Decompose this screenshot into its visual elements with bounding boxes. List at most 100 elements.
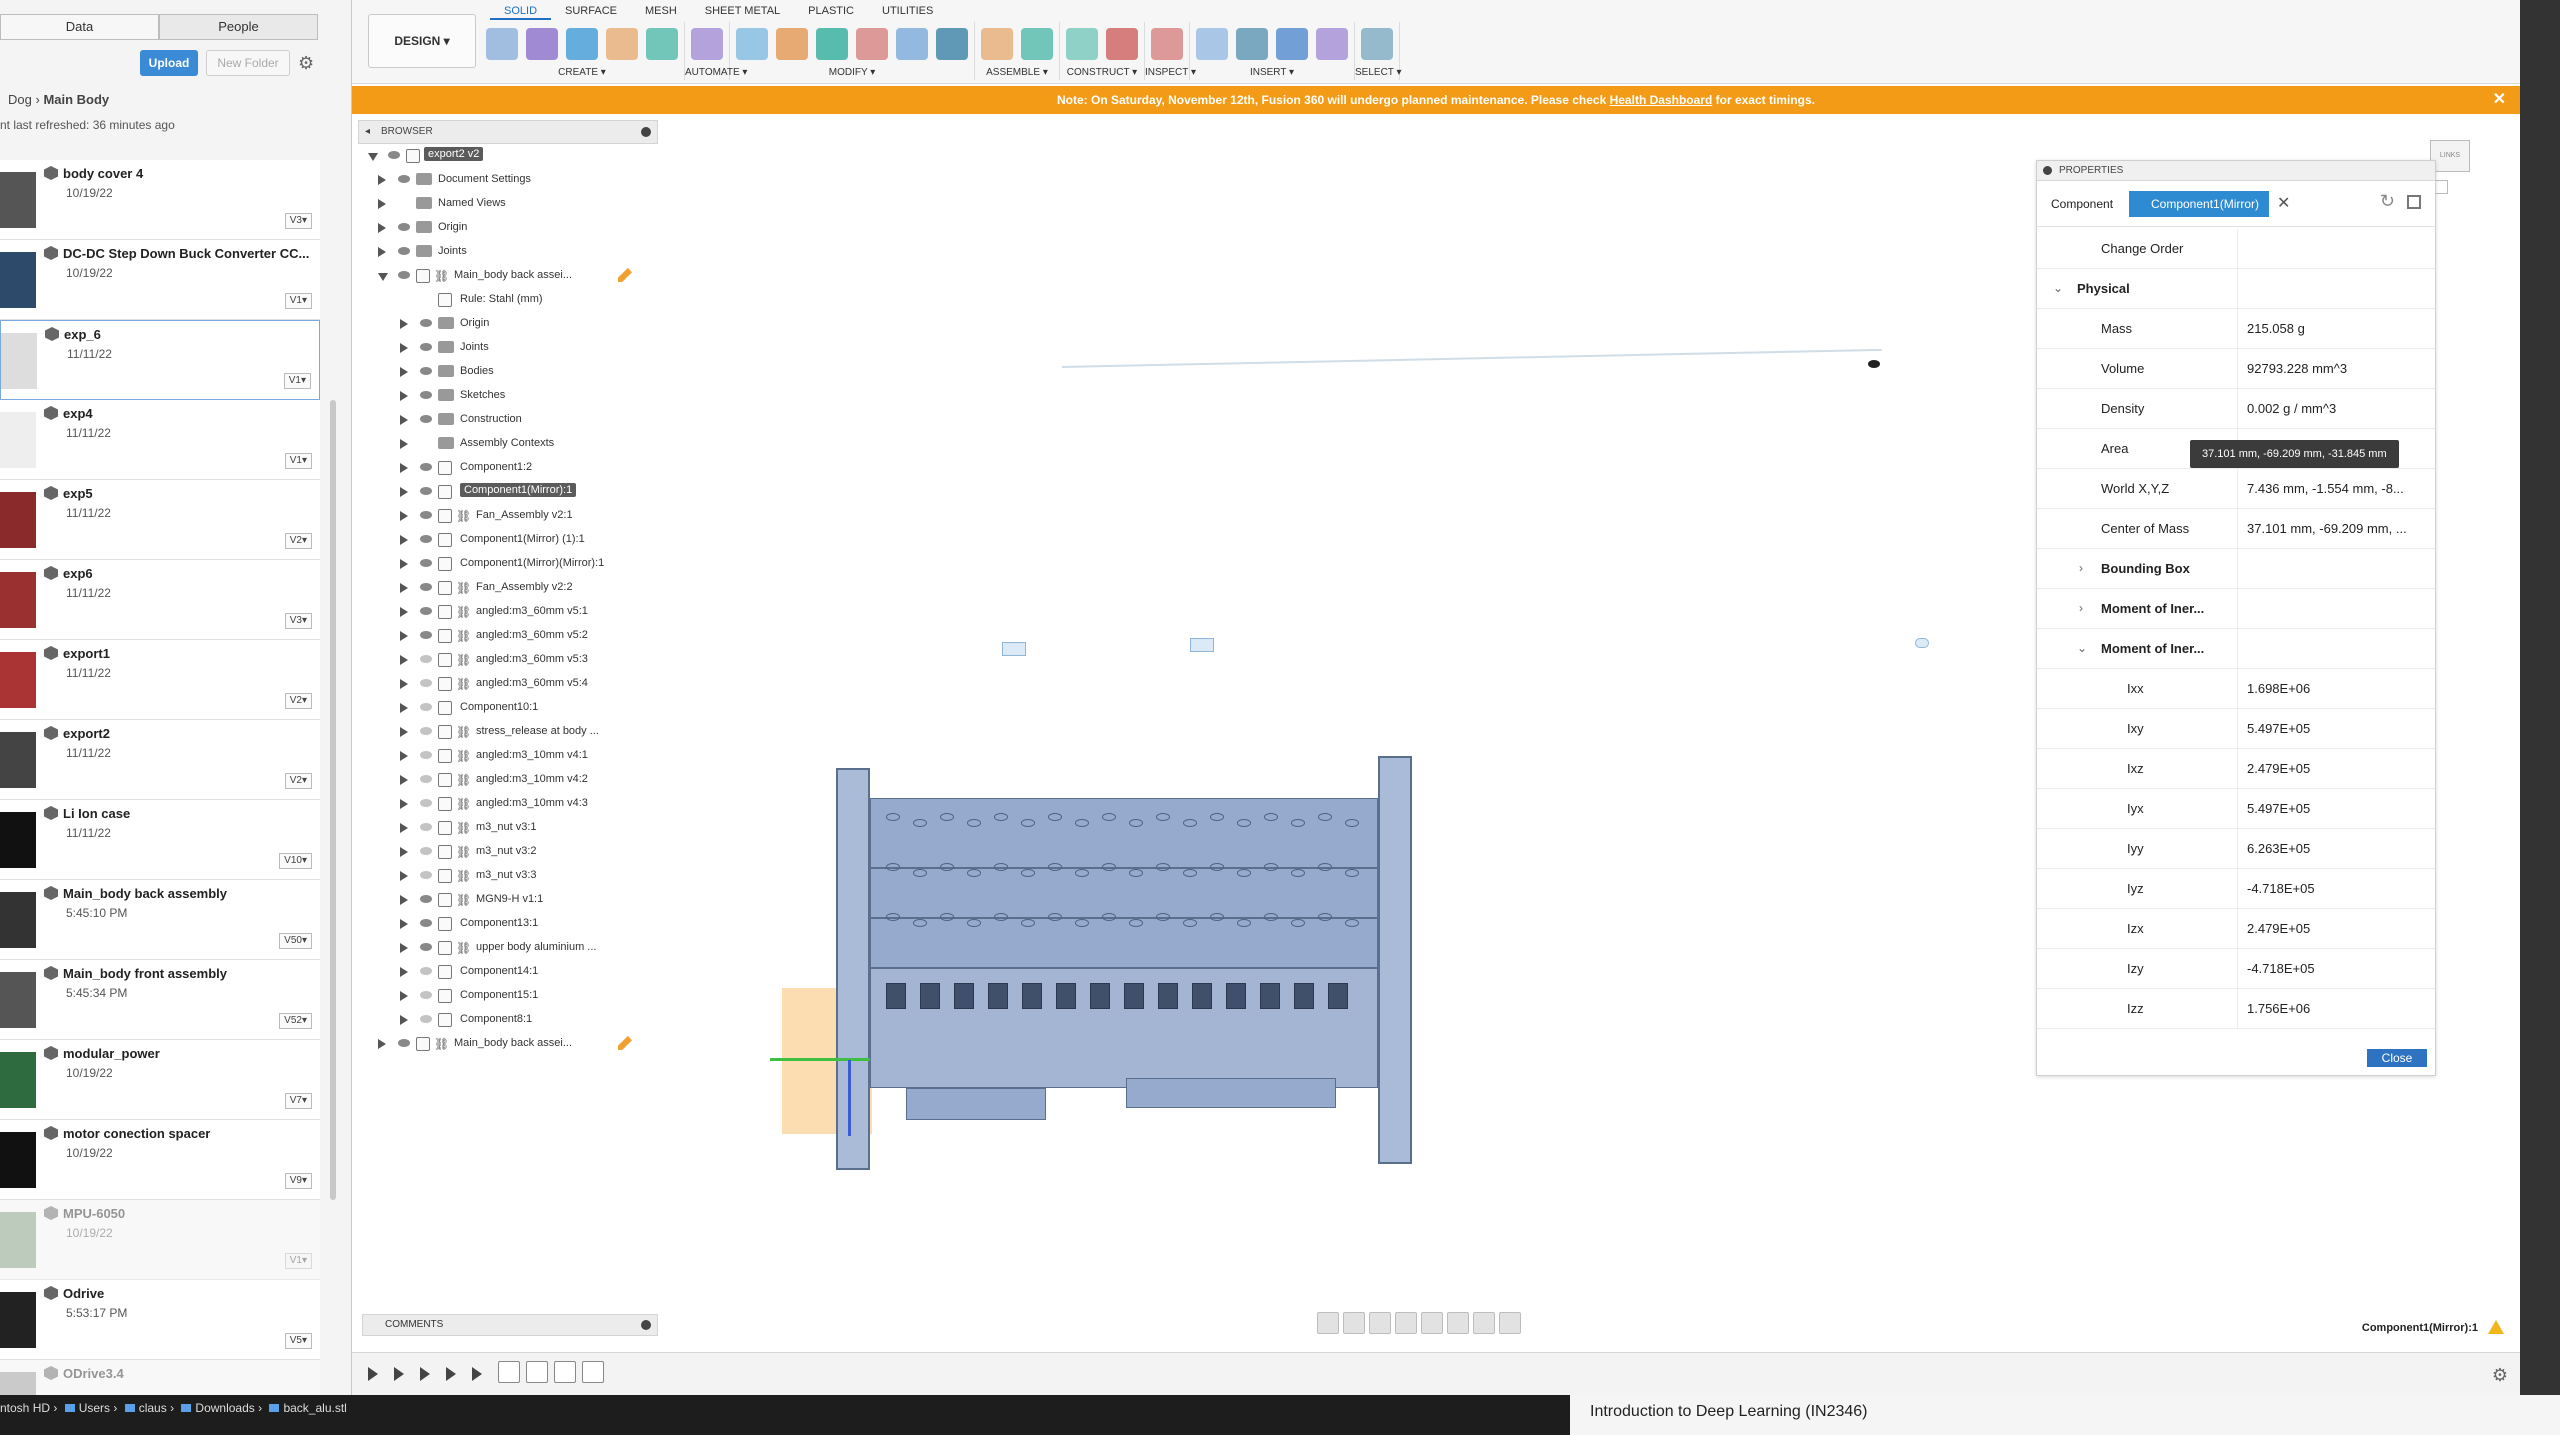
tab-surface[interactable]: SURFACE [551,2,631,20]
visibility-icon[interactable] [420,655,432,663]
timeline-feature[interactable] [582,1361,604,1383]
assemble-tool-icon[interactable] [1021,28,1053,60]
expand-icon[interactable] [400,607,408,617]
file-list-item[interactable]: motor conection spacer 10/19/22 V9▾ [0,1120,320,1200]
toolbar-group-label[interactable]: SELECT ▾ [1355,67,1402,78]
tree-item[interactable]: Rule: Stahl (mm) [358,288,658,312]
path-item[interactable]: back_alu.stl [283,1401,346,1415]
create-tool-icon[interactable] [486,28,518,60]
selection-chip[interactable]: Component1(Mirror) [2129,191,2269,217]
tree-item[interactable]: ⛓ MGN9-H v1:1 [358,888,658,912]
3d-model[interactable] [806,648,1412,1170]
visibility-icon[interactable] [420,319,432,327]
automate-tool-icon[interactable] [691,28,723,60]
tree-item[interactable]: ⛓ angled:m3_10mm v4:1 [358,744,658,768]
tree-item[interactable]: Joints [358,240,658,264]
visibility-icon[interactable] [398,223,410,231]
visibility-icon[interactable] [420,703,432,711]
tree-item[interactable]: Assembly Contexts [358,432,658,456]
version-badge[interactable]: V1▾ [284,453,312,469]
visibility-icon[interactable] [398,1039,410,1047]
view-cube-face[interactable]: LINKS [2430,140,2470,172]
joint-marker[interactable] [1868,360,1880,368]
tab-plastic[interactable]: PLASTIC [794,2,868,20]
tree-item[interactable]: Named Views [358,192,658,216]
file-list-item[interactable]: exp6 11/11/22 V3▾ [0,560,320,640]
version-badge[interactable]: V10▾ [279,853,312,869]
tree-item[interactable]: ⛓ m3_nut v3:3 [358,864,658,888]
create-tool-icon[interactable] [646,28,678,60]
visibility-icon[interactable] [420,631,432,639]
copy-icon[interactable] [2407,195,2421,209]
visibility-icon[interactable] [420,679,432,687]
version-badge[interactable]: V9▾ [284,1173,312,1189]
expand-icon[interactable] [400,487,408,497]
expand-icon[interactable] [400,775,408,785]
expand-icon[interactable] [400,1015,408,1025]
path-item[interactable]: Users [79,1401,110,1415]
chevron-down-icon[interactable]: ⌄ [2053,281,2063,295]
tree-root[interactable]: export2 v2 [358,144,658,168]
property-row[interactable]: Ixz 2.479E+05 [2037,749,2435,789]
version-badge[interactable]: V52▾ [279,1013,312,1029]
property-row[interactable]: Volume 92793.228 mm^3 [2037,349,2435,389]
upload-button[interactable]: Upload [140,50,198,76]
timeline-feature[interactable] [498,1361,520,1383]
property-row[interactable]: Ixy 5.497E+05 [2037,709,2435,749]
gear-icon[interactable]: ⚙ [2492,1365,2508,1386]
tree-item[interactable]: Component14:1 [358,960,658,984]
tree-item[interactable]: ⛓ angled:m3_60mm v5:4 [358,672,658,696]
file-list-item[interactable]: MPU-6050 10/19/22 V1▾ [0,1200,320,1280]
visibility-icon[interactable] [398,271,410,279]
property-row[interactable]: Izy -4.718E+05 [2037,949,2435,989]
view-cube[interactable]: LINKS [2430,140,2476,220]
expand-icon[interactable] [400,367,408,377]
file-list-item[interactable]: Odrive 5:53:17 PM V5▾ [0,1280,320,1360]
visibility-icon[interactable] [420,895,432,903]
expand-icon[interactable] [400,559,408,569]
tree-item[interactable]: ⛓ angled:m3_60mm v5:1 [358,600,658,624]
tree-item[interactable]: ⛓ stress_release at body ... [358,720,658,744]
joint-marker[interactable] [1915,638,1929,648]
visibility-icon[interactable] [420,343,432,351]
tree-item[interactable]: ⛓ angled:m3_10mm v4:2 [358,768,658,792]
toolbar-group-label[interactable]: INSERT ▾ [1190,67,1354,78]
tab-data[interactable]: Data [0,14,159,40]
property-row[interactable]: Density 0.002 g / mm^3 [2037,389,2435,429]
insert-tool-icon[interactable] [1236,28,1268,60]
property-row[interactable]: Mass 215.058 g [2037,309,2435,349]
file-list-item[interactable]: export2 11/11/22 V2▾ [0,720,320,800]
tree-item[interactable]: ⛓ m3_nut v3:2 [358,840,658,864]
property-section[interactable]: › Moment of Iner... [2037,589,2435,629]
select-tool-icon[interactable] [1361,28,1393,60]
create-tool-icon[interactable] [566,28,598,60]
tree-item[interactable]: ⛓ Fan_Assembly v2:2 [358,576,658,600]
timeline-feature[interactable] [554,1361,576,1383]
fit-icon[interactable] [1421,1312,1443,1334]
visibility-icon[interactable] [420,943,432,951]
expand-icon[interactable] [378,175,386,185]
expand-icon[interactable] [400,583,408,593]
tree-item[interactable]: Origin [358,216,658,240]
previous-step-icon[interactable] [394,1367,404,1381]
expand-icon[interactable] [400,895,408,905]
chevron-right-icon[interactable]: › [2079,601,2083,615]
visibility-icon[interactable] [420,415,432,423]
visibility-icon[interactable] [420,367,432,375]
pin-icon[interactable] [2043,166,2052,175]
version-badge[interactable]: V1▾ [284,1253,312,1269]
expand-icon[interactable] [400,343,408,353]
property-row[interactable]: Iyy 6.263E+05 [2037,829,2435,869]
expand-icon[interactable] [400,799,408,809]
expand-icon[interactable] [400,967,408,977]
file-list-item[interactable]: modular_power 10/19/22 V7▾ [0,1040,320,1120]
tree-item[interactable]: Component8:1 [358,1008,658,1032]
tab-solid[interactable]: SOLID [490,2,552,20]
visibility-icon[interactable] [420,559,432,567]
tab-mesh[interactable]: MESH [631,2,691,20]
visibility-icon[interactable] [420,967,432,975]
close-button[interactable]: Close [2367,1049,2427,1067]
toolbar-group-label[interactable]: ASSEMBLE ▾ [975,67,1059,78]
expand-icon[interactable] [400,535,408,545]
visibility-icon[interactable] [420,535,432,543]
